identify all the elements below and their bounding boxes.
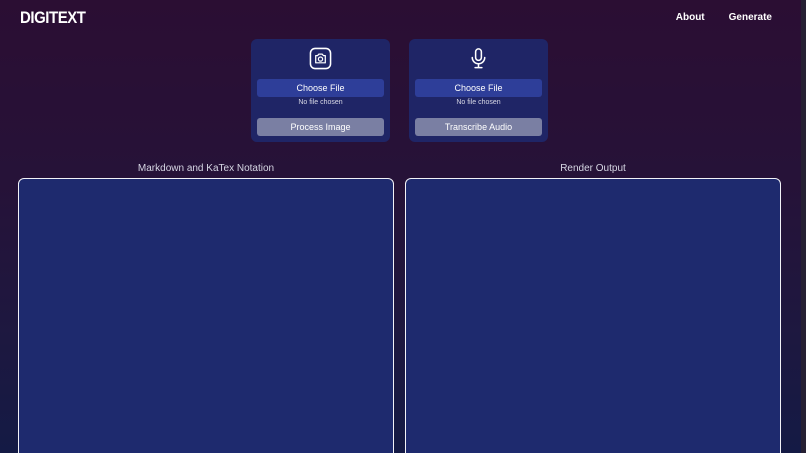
markdown-panel-label: Markdown and KaTex Notation (137, 163, 275, 174)
app-logo[interactable]: DIGITEXT (20, 8, 86, 28)
audio-upload-card: Choose File No file chosen Transcribe Au… (409, 39, 548, 142)
transcribe-audio-button[interactable]: Transcribe Audio (415, 118, 542, 136)
process-image-button[interactable]: Process Image (257, 118, 384, 136)
microphone-icon (471, 48, 486, 69)
audio-file-status: No file chosen (456, 99, 501, 106)
page-scrollbar[interactable] (801, 0, 806, 453)
render-panel-label: Render Output (560, 163, 626, 174)
markdown-input-area[interactable] (18, 178, 394, 453)
image-file-status: No file chosen (298, 99, 343, 106)
top-nav: About Generate (676, 12, 772, 23)
render-output-area (405, 178, 781, 453)
image-upload-card: Choose File No file chosen Process Image (251, 39, 390, 142)
choose-image-file-button[interactable]: Choose File (257, 79, 384, 97)
choose-audio-file-button[interactable]: Choose File (415, 79, 542, 97)
nav-about-link[interactable]: About (676, 12, 705, 23)
camera-icon (309, 47, 332, 70)
nav-generate-link[interactable]: Generate (729, 12, 772, 23)
